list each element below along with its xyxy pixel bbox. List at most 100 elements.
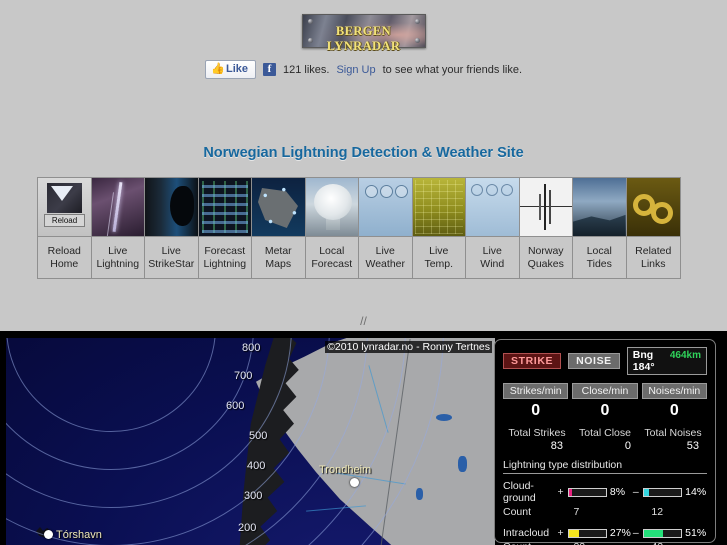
strikes-per-min-button[interactable]: Strikes/min: [503, 383, 569, 399]
coast-photo-icon[interactable]: [573, 178, 626, 236]
lightning-photo-icon[interactable]: [91, 178, 144, 236]
nav-label-line1: Forecast: [204, 244, 246, 257]
nav-item-norway-quakes[interactable]: Norway Quakes: [519, 178, 573, 278]
page-title: Norwegian Lightning Detection & Weather …: [203, 145, 524, 161]
noise-status-badge[interactable]: NOISE: [568, 353, 620, 369]
nav-item-live-strikestar[interactable]: Live StrikeStar: [145, 178, 199, 278]
metar-map-icon[interactable]: [252, 178, 305, 236]
intracloud-negative-pct: 51%: [685, 527, 707, 539]
cloud-ground-negative-sign: –: [632, 486, 639, 498]
slash-text-artifact: //: [360, 314, 367, 328]
range-ring-label-800: 800: [242, 342, 261, 354]
facebook-like-label: Like: [225, 63, 248, 75]
nav-item-live-wind[interactable]: Live Wind: [466, 178, 520, 278]
strike-status-badge[interactable]: STRIKE: [503, 353, 562, 369]
type-name-cloud-ground: Cloud-ground: [503, 480, 536, 504]
nav-item-reload-home[interactable]: Reload Reload Home: [38, 178, 92, 278]
nav-label-reload-home[interactable]: Reload Home: [38, 236, 91, 278]
lightning-info-panel: STRIKE NOISE Bng 184° 464km Strikes/min …: [494, 339, 716, 545]
nav-label-line2: Wind: [480, 257, 505, 270]
total-strikes-value: 83: [550, 440, 563, 452]
nav-label-line2: Home: [50, 257, 79, 270]
nav-label-live-strikestar[interactable]: Live StrikeStar: [145, 236, 198, 278]
totals-row: Total Strikes 83 Total Close 0 Total Noi…: [503, 427, 707, 452]
cloud-ground-positive-sign: +: [557, 486, 564, 498]
nav-label-live-wind[interactable]: Live Wind: [466, 236, 519, 278]
rate-row: Strikes/min 0 Close/min 0 Noises/min 0: [503, 383, 707, 420]
intracloud-positive-bar: [567, 528, 607, 538]
cloud-ground-count-label: Count: [503, 506, 532, 518]
nav-item-related-links[interactable]: Related Links: [626, 178, 680, 278]
count-row-intracloud: Count 22 42: [503, 541, 707, 545]
nav-item-forecast-lightning[interactable]: Forecast Lightning: [198, 178, 252, 278]
nav-label-line2: StrikeStar: [148, 257, 195, 270]
wind-gauges-icon[interactable]: [466, 178, 519, 236]
nav-label-line2: Weather: [365, 257, 406, 270]
range-ring-label-200: 200: [238, 522, 257, 534]
nav-label-line1: Reload: [47, 244, 81, 257]
bearing-label: Bng 184°: [632, 349, 655, 373]
nav-label-line1: Metar: [264, 244, 292, 257]
nav-label-local-tides[interactable]: Local Tides: [573, 236, 626, 278]
nav-label-related-links[interactable]: Related Links: [626, 236, 680, 278]
nav-label-line1: Live: [429, 244, 449, 257]
nav-item-live-weather[interactable]: Live Weather: [359, 178, 413, 278]
strikes-per-min-value: 0: [531, 402, 541, 419]
nav-item-live-temp[interactable]: Live Temp.: [412, 178, 466, 278]
nav-label-live-weather[interactable]: Live Weather: [359, 236, 412, 278]
chain-links-photo-icon[interactable]: [626, 178, 680, 236]
map-copyright: ©2010 lynradar.no - Ronny Tertnes: [325, 341, 492, 353]
strikestar-map-icon[interactable]: [145, 178, 198, 236]
distance-value: 464km: [669, 350, 701, 361]
total-strikes-label: Total Strikes: [508, 427, 566, 439]
facebook-like-bar: 👍 Like f 121 likes. Sign Up to see what …: [0, 60, 727, 79]
nav-item-metar-maps[interactable]: Metar Maps: [252, 178, 306, 278]
nav-label-line2: Quakes: [527, 257, 564, 270]
nav-label-live-temp[interactable]: Live Temp.: [412, 236, 465, 278]
close-per-min-button[interactable]: Close/min: [572, 383, 638, 399]
facebook-signup-link[interactable]: Sign Up: [336, 64, 375, 76]
intracloud-negative-count: 42: [651, 541, 707, 545]
forecast-chart-icon[interactable]: [198, 178, 251, 236]
facebook-logo-icon: f: [262, 63, 276, 76]
cloud-ground-negative-pct: 14%: [685, 486, 707, 498]
total-noises: Total Noises 53: [639, 427, 707, 452]
nav-label-line1: Local: [586, 244, 612, 257]
nav-label-metar-maps[interactable]: Metar Maps: [252, 236, 305, 278]
site-logo-plaque[interactable]: BERGEN LYNRADAR: [301, 14, 426, 53]
noises-per-min-button[interactable]: Noises/min: [641, 383, 707, 399]
lightning-radar-map[interactable]: 800 700 600 500 400 300 200 Trondheim Tó…: [6, 338, 495, 545]
temperature-chart-icon[interactable]: [412, 178, 465, 236]
total-noises-value: 53: [686, 440, 699, 452]
rate-noises-per-min: Noises/min 0: [641, 383, 707, 420]
type-row-intracloud: Intracloud + 27% – 51%: [503, 527, 707, 539]
reload-arrow-icon[interactable]: Reload: [38, 178, 91, 236]
cloud-ground-positive-count: 7: [573, 506, 580, 518]
nav-label-line1: Live: [108, 244, 128, 257]
nav-label-forecast-lightning[interactable]: Forecast Lightning: [198, 236, 251, 278]
nav-label-local-forecast[interactable]: Local Forecast: [305, 236, 358, 278]
reload-thumb-caption: Reload: [44, 214, 85, 227]
nav-label-line1: Norway: [527, 244, 564, 257]
nav-label-line1: Live: [482, 244, 502, 257]
weather-gauges-icon[interactable]: [359, 178, 412, 236]
total-noises-label: Total Noises: [644, 427, 702, 439]
type-name-intracloud: Intracloud: [503, 527, 550, 539]
intracloud-negative-sign: –: [632, 527, 639, 539]
nav-item-live-lightning[interactable]: Live Lightning: [91, 178, 145, 278]
nav-item-local-tides[interactable]: Local Tides: [573, 178, 627, 278]
facebook-like-button[interactable]: 👍 Like: [204, 60, 256, 79]
seismograph-trace-icon[interactable]: [519, 178, 572, 236]
nav-label-live-lightning[interactable]: Live Lightning: [91, 236, 144, 278]
total-close-label: Total Close: [579, 427, 631, 439]
nav-label-line1: Live: [375, 244, 395, 257]
nav-label-norway-quakes[interactable]: Norway Quakes: [519, 236, 572, 278]
intracloud-count-label: Count: [503, 541, 573, 545]
nav-item-local-forecast[interactable]: Local Forecast: [305, 178, 359, 278]
nav-label-line1: Live: [161, 244, 181, 257]
logo-text: BERGEN LYNRADAR: [326, 24, 401, 53]
nav-label-line2: Maps: [265, 257, 292, 270]
cloud-photo-icon[interactable]: [305, 178, 358, 236]
total-close-value: 0: [624, 440, 631, 452]
nav-label-line2: Lightning: [96, 257, 140, 270]
